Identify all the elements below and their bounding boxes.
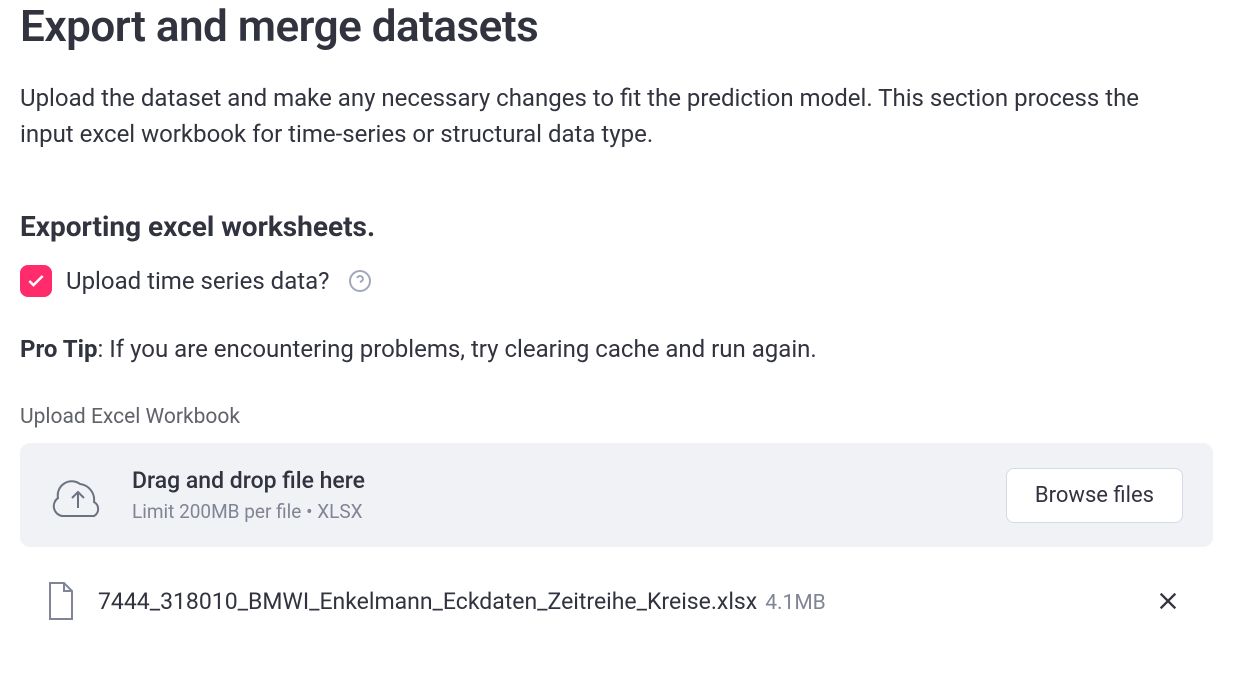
checkbox-row: Upload time series data?	[20, 265, 1213, 297]
pro-tip-text: : If you are encountering problems, try …	[98, 335, 817, 363]
file-dropzone[interactable]: Drag and drop file here Limit 200MB per …	[20, 443, 1213, 547]
help-icon[interactable]	[348, 269, 372, 293]
dropzone-hint: Limit 200MB per file • XLSX	[132, 500, 980, 523]
checkbox-label: Upload time series data?	[66, 267, 330, 295]
cloud-upload-icon	[50, 472, 106, 518]
pro-tip: Pro Tip: If you are encountering problem…	[20, 335, 1213, 363]
uploaded-file-row: 7444_318010_BMWI_Enkelmann_Eckdaten_Zeit…	[20, 575, 1213, 627]
remove-file-button[interactable]	[1151, 584, 1185, 618]
section-heading: Exporting excel worksheets.	[20, 210, 1213, 243]
file-icon	[44, 581, 76, 621]
page-title: Export and merge datasets	[20, 0, 1213, 52]
check-icon	[26, 271, 46, 291]
page-description: Upload the dataset and make any necessar…	[20, 80, 1170, 152]
file-size: 4.1MB	[765, 591, 826, 615]
file-name: 7444_318010_BMWI_Enkelmann_Eckdaten_Zeit…	[98, 588, 757, 615]
upload-label: Upload Excel Workbook	[20, 405, 1213, 429]
dropzone-text: Drag and drop file here Limit 200MB per …	[132, 467, 980, 523]
time-series-checkbox[interactable]	[20, 265, 52, 297]
file-name-wrapper: 7444_318010_BMWI_Enkelmann_Eckdaten_Zeit…	[98, 588, 826, 615]
dropzone-title: Drag and drop file here	[132, 467, 980, 494]
browse-files-button[interactable]: Browse files	[1006, 468, 1183, 523]
close-icon	[1157, 590, 1179, 612]
pro-tip-label: Pro Tip	[20, 335, 98, 363]
